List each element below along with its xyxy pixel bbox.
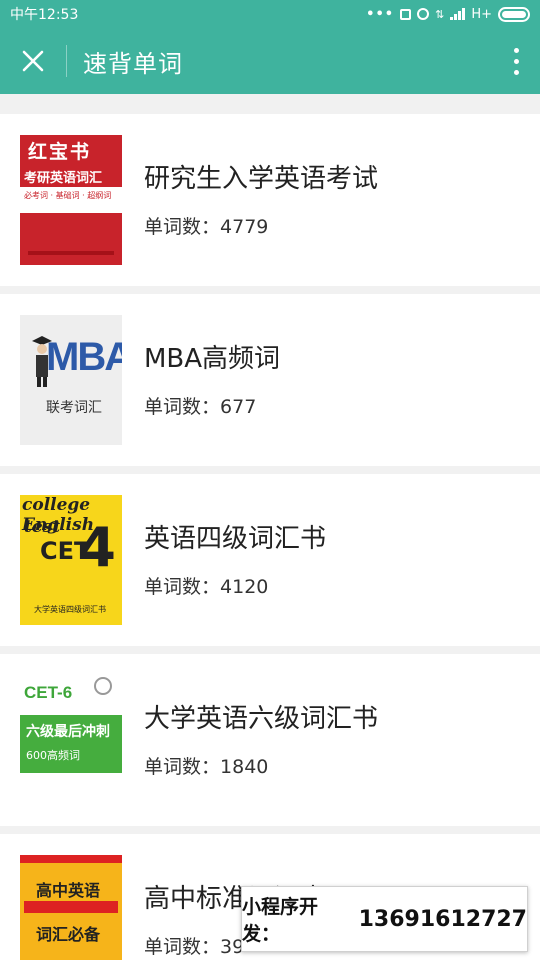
- cover-text: 4: [78, 516, 116, 579]
- book-item[interactable]: MBA 联考词汇 MBA高频词 单词数：677: [0, 294, 540, 466]
- magnifier-icon: [94, 677, 112, 695]
- book-item[interactable]: 红宝书 考研英语词汇 必考词 · 基础词 · 超纲词 研究生入学英语考试 单词数…: [0, 114, 540, 286]
- word-count-label: 单词数：: [144, 395, 221, 418]
- book-item[interactable]: CET-6 六级最后冲刺 600高频词 大学英语六级词汇书 单词数：1840: [0, 654, 540, 826]
- more-button[interactable]: [506, 41, 526, 81]
- cover-box: 六级最后冲刺 600高频词: [20, 715, 122, 773]
- book-cover: college English test CET 4 大学英语四级词汇书: [20, 495, 122, 625]
- nav-divider: [66, 45, 67, 77]
- watermark-phone: 13691612727: [358, 906, 527, 932]
- close-icon: [22, 50, 44, 72]
- word-count: 单词数：1840: [144, 752, 378, 779]
- more-notifications-icon: •••: [366, 6, 395, 22]
- cover-text: 考研英语词汇: [24, 171, 103, 186]
- word-count: 单词数：4120: [144, 572, 326, 599]
- book-item[interactable]: college English test CET 4 大学英语四级词汇书 英语四…: [0, 474, 540, 646]
- nav-bar: 速背单词: [0, 28, 540, 94]
- word-count-value: 4779: [220, 215, 269, 238]
- book-cover: 红宝书 考研英语词汇 必考词 · 基础词 · 超纲词: [20, 135, 122, 265]
- cover-text: 六级最后冲刺: [26, 724, 110, 740]
- battery-icon: [498, 6, 530, 22]
- watermark-label: 小程序开发：: [242, 896, 319, 945]
- word-count-value: 677: [220, 395, 257, 418]
- word-count-label: 单词数：: [144, 755, 221, 778]
- cover-decoration: [20, 855, 122, 863]
- cover-text: 联考词汇: [46, 400, 102, 416]
- cover-text: 必考词 · 基础词 · 超纲词: [20, 187, 122, 213]
- more-vertical-icon: [513, 47, 519, 53]
- signal-icon: [450, 8, 466, 20]
- cover-decoration: [24, 901, 118, 913]
- cover-decoration: [28, 251, 114, 255]
- word-count-label: 单词数：: [144, 215, 221, 238]
- word-count: 单词数：4779: [144, 212, 378, 239]
- close-button[interactable]: [0, 28, 66, 94]
- network-type: H+: [471, 6, 492, 22]
- cover-text: MBA: [46, 335, 122, 379]
- book-cover: 高中英语 词汇必备: [20, 855, 122, 960]
- book-title: 大学英语六级词汇书: [144, 703, 379, 734]
- word-count-label: 单词数：: [144, 935, 221, 958]
- developer-contact-watermark: 小程序开发： 13691612727: [241, 886, 528, 952]
- book-list: 红宝书 考研英语词汇 必考词 · 基础词 · 超纲词 研究生入学英语考试 单词数…: [0, 94, 540, 960]
- page-title: 速背单词: [83, 49, 183, 78]
- cover-text: 词汇必备: [36, 925, 101, 944]
- word-count-label: 单词数：: [144, 575, 221, 598]
- data-transfer-icon: ⇅: [435, 7, 445, 21]
- status-time: 中午12:53: [10, 7, 79, 23]
- book-title: 研究生入学英语考试: [144, 163, 379, 194]
- status-bar: 中午12:53 ••• ⇅ H+: [0, 0, 540, 28]
- alarm-icon: [417, 8, 430, 20]
- cover-text: 大学英语四级词汇书: [34, 605, 106, 614]
- word-count-value: 4120: [220, 575, 269, 598]
- cover-text: CET-6: [24, 683, 73, 702]
- screen-rotate-icon: [400, 8, 412, 20]
- cover-text: test: [24, 517, 61, 537]
- book-cover: MBA 联考词汇: [20, 315, 122, 445]
- book-cover: CET-6 六级最后冲刺 600高频词: [20, 675, 122, 805]
- book-title: 英语四级词汇书: [144, 523, 327, 554]
- cover-text: 红宝书: [28, 141, 92, 163]
- word-count: 单词数：677: [144, 392, 280, 419]
- cover-text: 高中英语: [36, 881, 101, 900]
- word-count-value: 1840: [220, 755, 269, 778]
- book-title: MBA高频词: [144, 343, 281, 374]
- cover-text: 600高频词: [26, 749, 80, 762]
